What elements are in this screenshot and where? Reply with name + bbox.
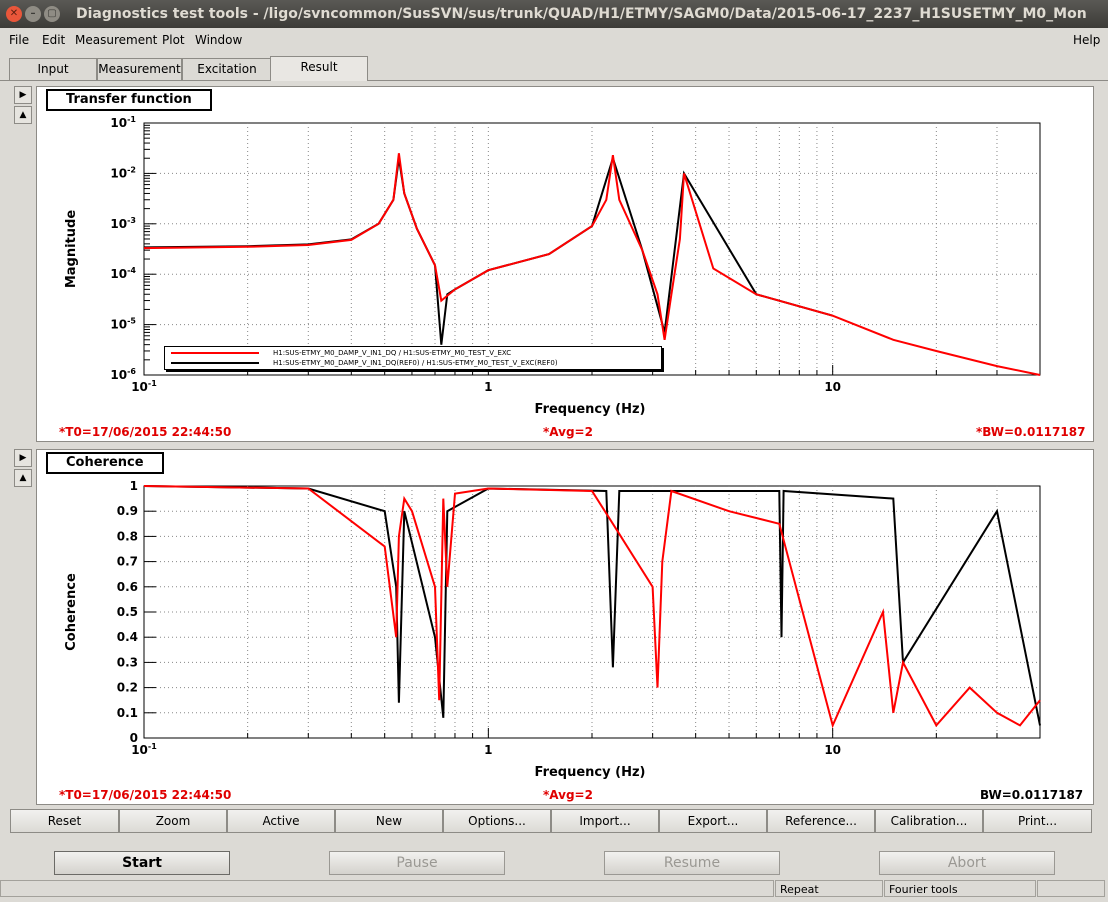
legend-swatch-black: [171, 362, 259, 364]
menu-plot[interactable]: Plot: [162, 33, 185, 47]
y-tick-label: 0.9: [117, 504, 138, 518]
y-tick-label: 10-2: [110, 165, 136, 180]
pause-button[interactable]: Pause: [329, 851, 505, 875]
legend-swatch-red: [171, 352, 259, 354]
tab-input[interactable]: Input: [9, 58, 97, 80]
y-tick-label: 10-1: [110, 115, 136, 130]
menu-help[interactable]: Help: [1073, 33, 1100, 47]
collapse-up-icon[interactable]: ▲: [14, 106, 32, 124]
resume-button[interactable]: Resume: [604, 851, 780, 875]
start-button[interactable]: Start: [54, 851, 230, 875]
legend-entry: H1:SUS-ETMY_M0_DAMP_V_IN1_DQ(REF0) / H1:…: [171, 358, 558, 368]
legend-label: H1:SUS-ETMY_M0_DAMP_V_IN1_DQ / H1:SUS-ET…: [273, 349, 512, 357]
coherence-label: Coherence: [46, 452, 164, 474]
y-tick-exponent: -3: [127, 216, 136, 225]
status-bar: Repeat Fourier tools: [0, 879, 1108, 899]
x-tick-label: 10: [824, 743, 841, 757]
y-tick-label: 0.8: [117, 529, 138, 543]
y-tick-label: 10-3: [110, 216, 136, 231]
fourier-tools-status: Fourier tools: [884, 880, 1036, 897]
export-button[interactable]: Export...: [659, 809, 767, 833]
x-tick-label: 10: [824, 380, 841, 394]
menu-file[interactable]: File: [9, 33, 29, 47]
y-tick-label: 1: [130, 479, 138, 493]
transfer-function-label: Transfer function: [46, 89, 212, 111]
avg-status: *Avg=2: [543, 788, 593, 802]
bw-status: *BW=0.0117187: [976, 425, 1086, 439]
maximize-icon[interactable]: ▢: [44, 6, 60, 22]
plot-legend: H1:SUS-ETMY_M0_DAMP_V_IN1_DQ / H1:SUS-ET…: [164, 346, 662, 370]
status-field-extra: [1037, 880, 1105, 897]
y-tick-label: 0.1: [117, 706, 138, 720]
x-tick-exponent: -1: [148, 379, 157, 388]
print-button[interactable]: Print...: [983, 809, 1092, 833]
expand-right-icon[interactable]: ▶: [14, 449, 32, 467]
x-tick-label: 1: [484, 743, 492, 757]
y-tick-label: 0.3: [117, 655, 138, 669]
tab-result[interactable]: Result: [270, 56, 368, 81]
window-title: Diagnostics test tools - /ligo/svncommon…: [76, 6, 1086, 22]
x-tick-exponent: -1: [148, 742, 157, 751]
coherence-plot[interactable]: 10.90.80.70.60.50.40.30.20.1010-1 1 10Cohe…: [37, 450, 1093, 804]
x-tick-label: 1: [484, 380, 492, 394]
y-tick-label: 0.5: [117, 605, 138, 619]
legend-entry: H1:SUS-ETMY_M0_DAMP_V_IN1_DQ / H1:SUS-ET…: [171, 348, 511, 358]
menu-edit[interactable]: Edit: [42, 33, 65, 47]
minimize-icon[interactable]: –: [25, 6, 41, 22]
y-tick-exponent: -4: [127, 266, 136, 275]
menu-window[interactable]: Window: [195, 33, 242, 47]
tab-excitation[interactable]: Excitation: [182, 58, 272, 80]
reference-button[interactable]: Reference...: [767, 809, 875, 833]
legend-label: H1:SUS-ETMY_M0_DAMP_V_IN1_DQ(REF0) / H1:…: [273, 359, 558, 367]
plot-frame: [143, 122, 1041, 376]
new-button[interactable]: New: [335, 809, 443, 833]
calibration-button[interactable]: Calibration...: [875, 809, 983, 833]
repeat-status: Repeat: [775, 880, 883, 897]
y-tick-label: 10-5: [110, 317, 136, 332]
t0-status: *T0=17/06/2015 22:44:50: [59, 425, 232, 439]
y-tick-exponent: -5: [127, 317, 136, 326]
x-tick-label: 10-1: [131, 742, 157, 757]
y-tick-label: 10-4: [110, 266, 136, 281]
y-axis-label: Magnitude: [64, 210, 79, 289]
y-tick-exponent: -6: [127, 367, 136, 376]
y-tick-exponent: -1: [127, 115, 136, 124]
abort-button[interactable]: Abort: [879, 851, 1055, 875]
close-icon[interactable]: ✕: [6, 6, 22, 22]
reset-button[interactable]: Reset: [10, 809, 119, 833]
y-axis-label: Coherence: [64, 573, 79, 651]
transfer-function-panel[interactable]: 10-1 10-2 10-3 10-4 10-5 10-6 10-1 1 10 Magnitude…: [36, 86, 1094, 442]
tab-bar: Input Measurement Excitation Result: [0, 56, 1108, 81]
transfer-function-plot[interactable]: 10-110-210-310-410-510-610-1 1 10Magnitude…: [37, 87, 1093, 441]
plot-button-bar: Reset Zoom Active New Options... Import.…: [10, 809, 1096, 833]
import-button[interactable]: Import...: [551, 809, 659, 833]
x-axis-label: Frequency (Hz): [535, 402, 646, 417]
coherence-panel[interactable]: 1 0.9 0.8 0.7 0.6 0.5 0.4 0.3 0.2 0.1 0 10-1 1 10 Cohe…: [36, 449, 1094, 805]
zoom-button[interactable]: Zoom: [119, 809, 227, 833]
x-tick-label: 10-1: [131, 379, 157, 394]
x-axis-label: Frequency (Hz): [535, 765, 646, 780]
y-tick-label: 0.2: [117, 681, 138, 695]
avg-status: *Avg=2: [543, 425, 593, 439]
y-tick-label: 0.4: [117, 630, 138, 644]
y-tick-label: 0.7: [117, 555, 138, 569]
expand-right-icon[interactable]: ▶: [14, 86, 32, 104]
bw-status: BW=0.0117187: [980, 788, 1084, 802]
t0-status: *T0=17/06/2015 22:44:50: [59, 788, 232, 802]
tab-measurement[interactable]: Measurement: [97, 58, 182, 80]
menu-measurement[interactable]: Measurement: [75, 33, 157, 47]
y-tick-label: 0.6: [117, 580, 138, 594]
window-titlebar: ✕ – ▢ Diagnostics test tools - /ligo/svnco…: [0, 0, 1108, 28]
status-field-empty: [0, 880, 774, 897]
collapse-up-icon[interactable]: ▲: [14, 469, 32, 487]
menu-bar: File Edit Measurement Plot Window Help: [0, 30, 1108, 52]
options-button[interactable]: Options...: [443, 809, 551, 833]
active-button[interactable]: Active: [227, 809, 335, 833]
y-tick-exponent: -2: [127, 165, 136, 174]
